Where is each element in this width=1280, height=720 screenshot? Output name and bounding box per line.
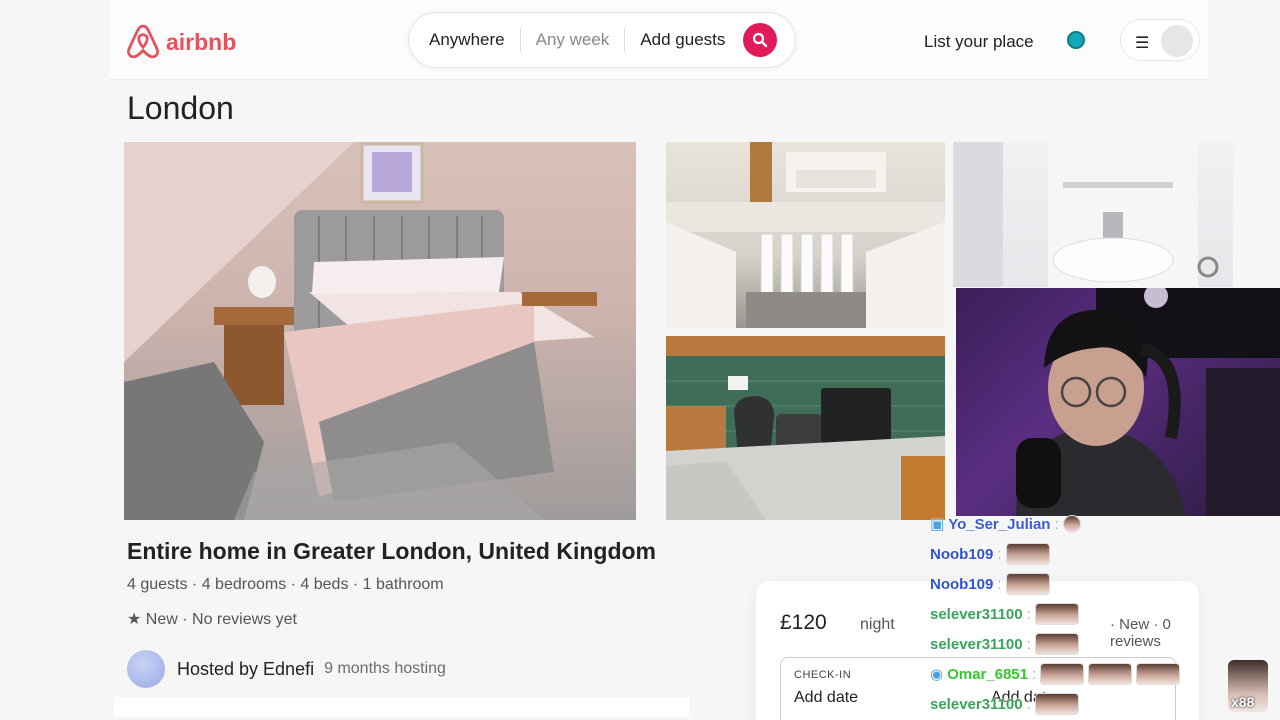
kitchen-illustration: [666, 336, 945, 520]
search-anywhere[interactable]: Anywhere: [409, 30, 520, 50]
search-any-week[interactable]: Any week: [521, 30, 625, 50]
airbnb-logo-icon: [127, 24, 159, 59]
chat-separator: :: [997, 575, 1002, 593]
search-bar[interactable]: Anywhere Any week Add guests: [408, 12, 796, 68]
chat-separator: :: [997, 545, 1002, 563]
host-name: Hosted by Ednefi: [177, 658, 315, 679]
emote-combo-count: x88: [1231, 694, 1255, 710]
emote-icon: [1088, 663, 1133, 685]
emote-icon: [1040, 663, 1085, 685]
search-icon: [752, 32, 768, 48]
list-your-place-link[interactable]: List your place: [924, 32, 1034, 52]
listing-photo-kitchen[interactable]: [666, 336, 945, 520]
emote-icon: [1034, 603, 1079, 625]
chat-separator: :: [1032, 665, 1037, 683]
streamer-webcam: [956, 288, 1280, 516]
chat-message: ▣ Yo_Ser_Julian :: [930, 515, 1081, 533]
stairs-illustration: [666, 142, 945, 328]
listing-specs: 4 guests · 4 bedrooms · 4 beds · 1 bathr…: [127, 576, 444, 593]
badge-icon: ▣: [930, 516, 945, 533]
logo-text: airbnb: [166, 28, 237, 55]
chat-username: Omar_6851: [947, 665, 1028, 683]
chat-username: selever31100: [930, 695, 1023, 713]
price-unit: night: [860, 616, 895, 633]
emote-icon: [1034, 693, 1079, 715]
page: airbnb Anywhere Any week Add guests List…: [0, 0, 1280, 720]
listing-rating: ★ New · No reviews yet: [127, 611, 297, 628]
chat-separator: :: [1054, 515, 1059, 533]
chat-username: selever31100: [930, 605, 1023, 623]
top-nav: airbnb Anywhere Any week Add guests List…: [110, 0, 1208, 80]
page-title: London: [127, 90, 234, 126]
avatar: [1161, 25, 1193, 57]
chat-message: selever31100 :: [930, 603, 1079, 625]
bedroom-illustration: [124, 142, 597, 520]
chat-message: Noob109 :: [930, 543, 1050, 565]
chat-separator: :: [1026, 605, 1031, 623]
nightly-price: £120: [780, 611, 827, 634]
chat-separator: :: [1026, 695, 1031, 713]
chat-message: selever31100 :: [930, 633, 1079, 655]
listing-title: Entire home in Greater London, United Ki…: [127, 538, 657, 564]
chat-username: Yo_Ser_Julian: [948, 515, 1051, 533]
listing-photo-bedroom[interactable]: [124, 142, 636, 520]
globe-icon[interactable]: [1067, 31, 1085, 49]
emote-icon: [1062, 515, 1081, 533]
chat-separator: :: [1026, 635, 1031, 653]
section-divider: [114, 697, 689, 717]
emote-icon: [1005, 543, 1050, 565]
host-duration: 9 months hosting: [324, 660, 446, 677]
search-add-guests[interactable]: Add guests: [625, 30, 740, 50]
chat-username: Noob109: [930, 545, 994, 563]
emote-icon: [1034, 633, 1079, 655]
checkin-label: CHECK-IN: [794, 669, 852, 681]
search-button[interactable]: [743, 23, 777, 57]
host-avatar[interactable]: [127, 650, 165, 688]
checkin-field[interactable]: Add date: [794, 689, 858, 707]
chat-message: Noob109 :: [930, 573, 1050, 595]
chat-username: Noob109: [930, 575, 994, 593]
chat-message: ◉ Omar_6851 :: [930, 663, 1181, 685]
host-info: Hosted by Ednefi 9 months hosting: [127, 650, 446, 688]
emote-icon: [1005, 573, 1050, 595]
emote-icon: [1136, 663, 1181, 685]
airbnb-logo[interactable]: airbnb: [126, 24, 236, 60]
badge-icon: ◉: [930, 666, 944, 683]
streamer-illustration: [1016, 288, 1280, 516]
chat-message: selever31100 :: [930, 693, 1079, 715]
stream-chat-overlay: ▣ Yo_Ser_Julian : Noob109 : Noob109 : se…: [925, 515, 1280, 720]
hamburger-icon: ☰: [1135, 35, 1150, 52]
listing-photo-bathroom[interactable]: [953, 142, 1233, 287]
user-menu-button[interactable]: ☰: [1120, 19, 1200, 61]
chat-username: selever31100: [930, 635, 1023, 653]
bathroom-illustration: [953, 142, 1219, 287]
listing-photo-stairs[interactable]: [666, 142, 945, 328]
